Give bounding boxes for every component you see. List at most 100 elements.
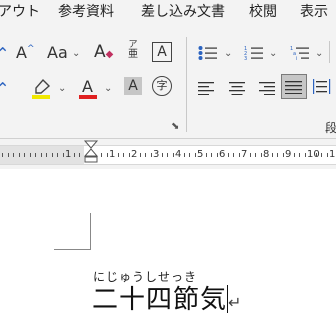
ruler-tick xyxy=(305,153,306,157)
bullets-button[interactable] xyxy=(198,45,218,65)
ruler-tick xyxy=(206,153,207,157)
distributed-button[interactable] xyxy=(313,78,331,100)
ruler-tick xyxy=(321,153,322,157)
horizontal-ruler[interactable]: 11234567891011 xyxy=(0,140,336,165)
ruler-number: 8 xyxy=(263,149,270,160)
highlight-dropdown-icon[interactable]: ⌄ xyxy=(58,84,66,94)
group-separator xyxy=(186,37,187,132)
margin-corner-vertical xyxy=(90,213,91,249)
ribbon: ⌃ A^ Aa ⌄ A◆ ア 亜 A ⌄ 1 2 3 ⌄ 1 a i ⌄ ⌃ ⌄… xyxy=(0,25,336,139)
ruler-tick xyxy=(30,153,31,157)
highlight-button[interactable] xyxy=(32,78,52,99)
ruler-tick xyxy=(316,153,317,157)
tab-references[interactable]: 参考資料 xyxy=(58,1,114,21)
ruler-tick xyxy=(57,153,58,157)
ruler-number: 7 xyxy=(241,149,248,160)
ruler-tick xyxy=(107,153,108,157)
ruler-tick xyxy=(123,153,124,157)
align-right-button[interactable] xyxy=(257,80,275,99)
ruler-tick xyxy=(173,153,174,157)
ruler-number: 1 xyxy=(65,149,72,160)
ruler-number: 9 xyxy=(285,149,292,160)
ruler-tick xyxy=(167,153,168,157)
svg-text:3: 3 xyxy=(244,56,247,61)
heading-text: 二十四節気 xyxy=(92,285,228,315)
ruler-tick xyxy=(151,153,152,157)
document-page[interactable]: にじゅうしせっき 二十四節気↵ xyxy=(0,169,336,336)
tab-view[interactable]: 表示 xyxy=(300,1,328,21)
ruler-tick xyxy=(233,153,234,157)
ruler-number: 10 xyxy=(307,149,320,160)
ruler-number: 6 xyxy=(219,149,226,160)
ruler-tick xyxy=(8,153,9,157)
ruler-tick xyxy=(294,153,295,157)
enclose-characters-button[interactable]: 字 xyxy=(152,76,172,96)
character-border-icon: A xyxy=(157,44,167,60)
align-left-button[interactable] xyxy=(198,80,216,99)
ruler-number: 4 xyxy=(175,149,182,160)
ruler-tick xyxy=(217,153,218,157)
ruler-tick xyxy=(162,153,163,157)
bullets-dropdown-icon[interactable]: ⌄ xyxy=(224,49,232,59)
tab-mailings[interactable]: 差し込み文書 xyxy=(141,1,225,21)
ruler-tick xyxy=(195,153,196,157)
font-color-bar xyxy=(79,95,97,99)
ruler-tick xyxy=(283,153,284,157)
ruler-tick xyxy=(272,153,273,157)
ruler-tick xyxy=(228,153,229,157)
change-case-icon: Aa xyxy=(47,43,68,62)
font-color-edge-icon[interactable]: ⌃ xyxy=(0,81,9,97)
highlight-color-bar xyxy=(32,95,50,99)
font-color-icon: A xyxy=(82,77,93,96)
multilevel-list-button[interactable]: 1 a i xyxy=(290,45,310,65)
change-case-button[interactable]: Aa xyxy=(47,45,68,61)
ruler-tick xyxy=(63,153,64,157)
grow-font-button[interactable]: A^ xyxy=(16,45,35,61)
indent-marker-icon[interactable] xyxy=(83,140,99,170)
ruler-number: 5 xyxy=(197,149,204,160)
ruler-tick xyxy=(145,153,146,157)
ruler-tick xyxy=(299,153,300,157)
justify-button[interactable] xyxy=(281,74,307,99)
tab-layout[interactable]: アウト xyxy=(0,1,40,21)
align-center-button[interactable] xyxy=(228,80,246,99)
character-border-button[interactable]: A xyxy=(152,42,172,62)
align-left-icon xyxy=(198,82,214,95)
ruler-tick xyxy=(184,153,185,157)
clear-formatting-button[interactable]: A◆ xyxy=(94,44,113,61)
ruler-tick xyxy=(129,153,130,157)
ribbon-tab-bar: アウト 参考資料 差し込み文書 校閲 表示 xyxy=(0,0,336,25)
tab-review[interactable]: 校閲 xyxy=(249,1,277,21)
font-dialog-launcher-icon[interactable]: ⬊ xyxy=(171,121,179,132)
justify-icon xyxy=(285,81,302,94)
paragraph-group-label: 段 xyxy=(325,121,336,135)
ruler-tick xyxy=(189,153,190,157)
font-color-dropdown-icon[interactable]: ⌄ xyxy=(104,84,112,94)
ruler-tick xyxy=(46,153,47,157)
clear-formatting-icon: A xyxy=(94,42,106,62)
ruler-tick xyxy=(24,153,25,157)
ruler-number: 1 xyxy=(109,149,116,160)
ruler-tick xyxy=(327,153,328,157)
enclose-characters-icon: 字 xyxy=(156,79,168,92)
ruler-tick xyxy=(35,153,36,157)
ruler-tick xyxy=(118,153,119,157)
arrow-up-icon: ^ xyxy=(26,44,35,54)
ruler-number: 2 xyxy=(131,149,138,160)
grow-font-icon: A xyxy=(16,43,27,62)
numbering-dropdown-icon[interactable]: ⌄ xyxy=(269,49,277,59)
distributed-icon xyxy=(313,79,331,94)
ruler-number: 3 xyxy=(153,149,160,160)
numbering-button[interactable]: 1 2 3 xyxy=(244,45,264,65)
font-color-button[interactable]: A xyxy=(79,77,99,99)
change-case-dropdown-icon[interactable]: ⌄ xyxy=(72,49,80,59)
ribbon-separator xyxy=(329,41,330,63)
phonetic-guide-button[interactable]: ア 亜 xyxy=(127,41,139,60)
font-size-grow-edge-icon[interactable]: ⌃ xyxy=(0,46,9,62)
character-shading-button[interactable]: A xyxy=(124,77,142,95)
ruler-tick xyxy=(41,153,42,157)
phonetic-guide-bottom: 亜 xyxy=(128,49,138,60)
document-text[interactable]: 二十四節気↵ xyxy=(92,279,242,316)
multilevel-list-dropdown-icon[interactable]: ⌄ xyxy=(315,49,323,59)
eraser-icon: ◆ xyxy=(105,49,114,60)
